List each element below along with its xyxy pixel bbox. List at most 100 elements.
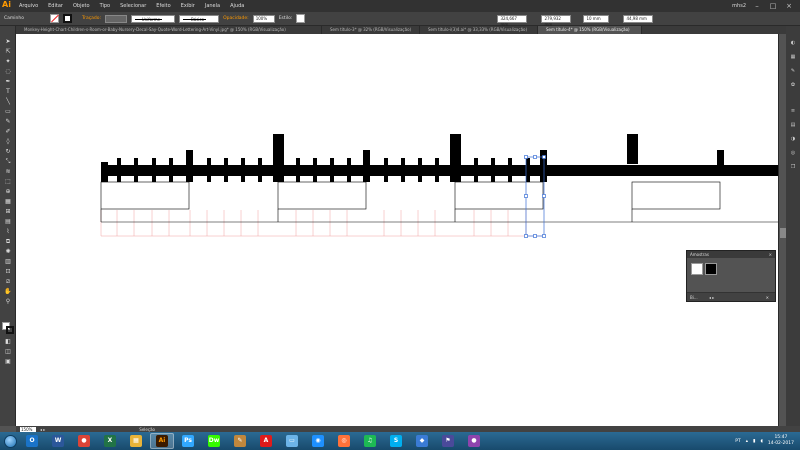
direct-selection-tool-icon[interactable]: ⇱ [3,48,13,56]
swatch-black[interactable] [705,263,717,275]
brush-definition[interactable]: Básico [179,14,220,23]
rectangle-tool-icon[interactable]: ▭ [3,108,13,116]
status-label[interactable]: Seleção [139,427,155,432]
menu-ajuda[interactable]: Ajuda [225,3,249,9]
pen-tool-icon[interactable]: ✒ [3,78,13,86]
color-mode-icon[interactable]: ◧ [3,338,13,346]
menu-selecionar[interactable]: Selecionar [115,3,151,9]
app-logo[interactable]: Ai [0,0,14,12]
taskbar-dreamweaver-button[interactable]: Dw [202,433,226,449]
tab-sem-titulo-3[interactable]: Sem título-3* @ 32% (RGB/Visualização) [322,26,420,34]
mesh-tool-icon[interactable]: ⊞ [3,208,13,216]
x-field[interactable]: 324,667 mm [497,14,528,27]
menu-arquivo[interactable]: Arquivo [14,3,43,9]
menu-janela[interactable]: Janela [200,3,225,9]
stroke-label[interactable]: Traçado: [82,16,101,21]
opacity-label[interactable]: Opacidade: [223,16,249,21]
artboard-nav-icons[interactable]: ◂ ▸ [40,427,45,432]
user-name[interactable]: mhs2 [732,3,746,9]
type-tool-icon[interactable]: T [3,88,13,96]
shape-builder-tool-icon[interactable]: ⊕ [3,188,13,196]
taskbar-spotify-button[interactable]: ♫ [358,433,382,449]
height-field[interactable]: 44,98 mm [623,14,654,23]
column-graph-tool-icon[interactable]: ▥ [3,258,13,266]
taskbar-outlook-button[interactable]: O [20,433,44,449]
panel-delete-icon[interactable]: ✕ [766,293,769,302]
taskbar-acrobat-button[interactable]: A [254,433,278,449]
stroke-swatch[interactable] [63,14,72,23]
zoom-tool-icon[interactable]: ⚲ [3,298,13,306]
taskbar-explorer-button[interactable]: ▦ [124,433,148,449]
color-panel-icon[interactable]: ◐ [789,40,797,46]
panel-footer-label[interactable]: Bi... [690,295,698,300]
variable-width-profile[interactable]: Uniforme [131,14,176,23]
taskbar-excel-button[interactable]: X [98,433,122,449]
artwork[interactable] [16,34,778,426]
panel-close-icon[interactable]: × [769,251,772,258]
swatches-panel[interactable]: Amostras × Bi... ◂ ▸ ✕ [686,250,776,302]
warp-tool-icon[interactable]: ≋ [3,168,13,176]
taskbar-edge-button[interactable]: ◉ [306,433,330,449]
line-tool-icon[interactable]: ╲ [3,98,13,106]
transparency-panel-icon[interactable]: ◑ [789,136,797,142]
stroke-weight-dropdown[interactable] [105,14,128,23]
eraser-tool-icon[interactable]: ◊ [3,138,13,146]
taskbar-app-triangle-button[interactable]: ◆ [410,433,434,449]
start-button[interactable] [0,432,20,450]
menu-efeito[interactable]: Efeito [151,3,175,9]
panel-nav-icons[interactable]: ◂ ▸ [709,295,714,300]
swatches-panel-icon[interactable]: ▦ [789,54,797,60]
symbols-panel-icon[interactable]: ✿ [789,82,797,88]
perspective-grid-tool-icon[interactable]: ▦ [3,198,13,206]
artboard-canvas[interactable] [16,34,778,426]
appearance-panel-icon[interactable]: ◎ [789,150,797,156]
tab-sem-titulo-4[interactable]: Sem título-4* @ 150% (RGB/Visualização) [538,26,642,34]
taskbar-other-app-button[interactable]: ● [462,433,486,449]
zoom-field[interactable]: 150% [20,426,36,432]
style-swatch[interactable] [296,14,306,23]
stroke-swatch-icon[interactable] [6,326,14,334]
scale-tool-icon[interactable]: ⤡ [3,158,13,166]
opacity-field[interactable]: 100% [252,14,275,23]
volume-icon[interactable]: ◖ [760,439,762,444]
slice-tool-icon[interactable]: ⧄ [3,278,13,286]
y-field[interactable]: 279,932 mm [541,14,572,27]
blend-tool-icon[interactable]: ⧉ [3,238,13,246]
drawing-mode-icon[interactable]: ◫ [3,348,13,356]
symbol-sprayer-tool-icon[interactable]: ✺ [3,248,13,256]
menu-objeto[interactable]: Objeto [68,3,95,9]
close-button[interactable]: × [784,2,794,10]
swatch-white[interactable] [691,263,703,275]
language-indicator[interactable]: PT [735,439,740,444]
hand-tool-icon[interactable]: ✋ [3,288,13,296]
tab-sem-titulo-i34[interactable]: Sem título-i(3)4.ai* @ 33,33% (RGB/Visua… [420,26,538,34]
tray-arrow-icon[interactable]: ▴ [746,439,748,444]
taskbar-illustrator-button[interactable]: Ai [150,433,174,449]
menu-tipo[interactable]: Tipo [95,3,116,9]
minimize-button[interactable]: – [752,2,762,10]
taskbar-paint-button[interactable]: ✎ [228,433,252,449]
taskbar-chrome-button[interactable]: ● [72,433,96,449]
maximize-button[interactable]: □ [768,2,778,10]
clock[interactable]: 15:47 14-02-2017 [768,435,794,447]
taskbar-photoshop-button[interactable]: Ps [176,433,200,449]
vertical-scrollbar[interactable] [778,34,786,426]
width-field[interactable]: 10 mm [583,14,610,23]
panel-header[interactable]: Amostras × [687,251,775,258]
screen-mode-icon[interactable]: ▣ [3,358,13,366]
network-icon[interactable]: ▮ [753,439,755,444]
lasso-tool-icon[interactable]: ◌ [3,68,13,76]
taskbar-word-button[interactable]: W [46,433,70,449]
gradient-panel-icon[interactable]: ▤ [789,122,797,128]
layers-panel-icon[interactable]: ❐ [789,164,797,170]
taskbar-skype-button[interactable]: S [384,433,408,449]
magic-wand-tool-icon[interactable]: ✦ [3,58,13,66]
menu-exibir[interactable]: Exibir [176,3,200,9]
tab-monkey-height-chart[interactable]: Monkey-Height-Chart-Children-s-Room-or-B… [16,26,322,34]
gradient-tool-icon[interactable]: ▤ [3,218,13,226]
free-transform-tool-icon[interactable]: ⬚ [3,178,13,186]
menu-editar[interactable]: Editar [43,3,68,9]
eyedropper-tool-icon[interactable]: ⌇ [3,228,13,236]
pencil-tool-icon[interactable]: ✐ [3,128,13,136]
fill-swatch[interactable] [50,14,59,23]
